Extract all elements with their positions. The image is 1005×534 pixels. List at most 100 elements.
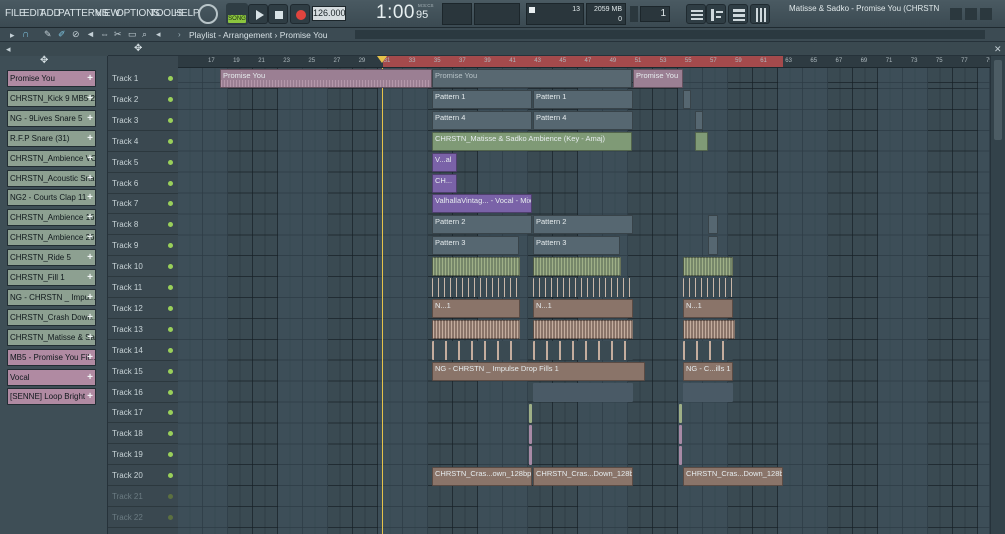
master-volume-knob[interactable]	[198, 4, 218, 24]
audio-clip[interactable]	[683, 257, 733, 276]
track-mute-led[interactable]	[168, 514, 173, 520]
expand-icon[interactable]: +	[87, 131, 93, 146]
breadcrumb-pattern[interactable]: Promise You	[280, 30, 328, 40]
track-header[interactable]: Track 16	[108, 382, 178, 403]
track-mute-led[interactable]	[168, 76, 173, 81]
pattern-clip[interactable]: Pattern 3	[533, 236, 620, 255]
track-mute-led[interactable]	[168, 410, 173, 416]
track-header[interactable]: Track 4	[108, 131, 178, 152]
expand-icon[interactable]: +	[87, 350, 93, 365]
expand-icon[interactable]: +	[87, 190, 93, 205]
channel-button[interactable]: Vocal +	[7, 368, 96, 386]
audio-clip[interactable]	[533, 320, 633, 339]
track-mute-led[interactable]	[168, 305, 173, 311]
expand-icon[interactable]: +	[87, 230, 93, 245]
delete-tool-icon[interactable]: ⊘	[72, 29, 80, 40]
audio-clip[interactable]: N...1	[432, 299, 520, 318]
pattern-clip[interactable]: Pattern 2	[432, 215, 532, 234]
audio-clip[interactable]: N...1	[533, 299, 633, 318]
audio-clip[interactable]	[533, 341, 633, 360]
loop-region[interactable]	[383, 56, 783, 67]
track-mute-led[interactable]	[168, 452, 173, 458]
channel-button[interactable]: CHRSTN_Kick 9 MB5 2 +	[7, 89, 96, 107]
audio-clip[interactable]	[432, 278, 520, 297]
track-mute-led[interactable]	[168, 138, 173, 144]
record-button[interactable]	[290, 4, 310, 24]
minimize-button[interactable]	[950, 8, 962, 20]
pattern-clip[interactable]: Pattern 1	[432, 90, 532, 109]
audio-clip[interactable]: N...1	[683, 299, 733, 318]
channel-button[interactable]: CHRSTN_Matisse & Sa... +	[7, 328, 96, 346]
slice-tool-icon[interactable]: ✂	[114, 29, 122, 40]
pattern-song-switch[interactable]: SONG	[226, 3, 248, 25]
pattern-prev-arrow[interactable]	[630, 6, 638, 22]
audio-clip[interactable]: NG - CHRSTN _ Impulse Drop Fills 1	[432, 362, 645, 381]
track-header[interactable]: Track 18	[108, 423, 178, 445]
audio-clip[interactable]: CHRSTN_Matisse & Sadko Ambience (Key - A…	[432, 132, 632, 151]
draw-tool-icon[interactable]: ✎	[44, 29, 52, 40]
pattern-clip[interactable]: Pattern 4	[432, 111, 532, 130]
collapse-icon[interactable]: ◂	[6, 44, 11, 55]
paint-tool-icon[interactable]: ✐	[58, 29, 66, 40]
piano-roll-button[interactable]	[706, 4, 726, 24]
track-mute-led[interactable]	[168, 431, 173, 437]
audio-clip[interactable]	[695, 132, 708, 151]
close-button[interactable]	[980, 8, 992, 20]
pattern-clip[interactable]	[683, 90, 691, 109]
move-icon[interactable]: ✥	[134, 43, 142, 54]
track-mute-led[interactable]	[168, 180, 173, 186]
track-header[interactable]: Track 22	[108, 507, 178, 528]
audio-clip[interactable]	[533, 278, 633, 297]
audio-clip[interactable]: CH...	[432, 174, 457, 193]
track-header[interactable]: Track 21	[108, 486, 178, 507]
channel-button[interactable]: CHRSTN_Acoustic Sna... +	[7, 169, 96, 187]
expand-icon[interactable]: +	[87, 210, 93, 225]
audio-clip[interactable]: Promise You	[220, 69, 432, 88]
arrow-right-icon[interactable]: ▸	[10, 30, 15, 41]
pattern-clip[interactable]: Pattern 4	[533, 111, 633, 130]
playhead-marker-icon[interactable]	[377, 56, 387, 64]
track-mute-led[interactable]	[168, 494, 173, 499]
track-header[interactable]: Track 9	[108, 235, 178, 257]
mixer-button[interactable]	[750, 4, 770, 24]
pattern-clip[interactable]: Pattern 2	[533, 215, 633, 234]
track-mute-led[interactable]	[168, 368, 173, 374]
expand-icon[interactable]: +	[87, 270, 93, 285]
pattern-clip[interactable]: Pattern 3	[432, 236, 519, 255]
expand-icon[interactable]: +	[87, 389, 93, 404]
tempo-display[interactable]: 126.000	[312, 6, 346, 21]
audio-clip[interactable]	[533, 257, 621, 276]
pattern-clip[interactable]	[708, 236, 718, 255]
track-header[interactable]: Track 5	[108, 152, 178, 173]
channel-button[interactable]: CHRSTN_Crash Down... +	[7, 308, 96, 326]
channel-button[interactable]: NG2 - Courts Clap 11 +	[7, 189, 96, 207]
breadcrumb-playlist[interactable]: Playlist	[189, 30, 216, 40]
track-header[interactable]: Track 1	[108, 68, 178, 89]
track-mute-led[interactable]	[168, 285, 173, 290]
audio-clip[interactable]	[533, 383, 633, 402]
audio-clip[interactable]	[679, 425, 682, 444]
track-mute-led[interactable]	[168, 222, 173, 228]
picker-move-icon[interactable]: ✥	[40, 55, 48, 66]
select-tool-icon[interactable]: ▭	[128, 29, 137, 40]
track-header[interactable]: Track 15	[108, 361, 178, 382]
track-header[interactable]: Track 3	[108, 110, 178, 131]
channel-button[interactable]: MB5 - Promise You Fill... +	[7, 348, 96, 366]
maximize-button[interactable]	[965, 8, 977, 20]
track-mute-led[interactable]	[168, 347, 173, 353]
channel-button[interactable]: CHRSTN_Ambience 16... +	[7, 209, 96, 227]
pattern-clip[interactable]: Pattern 1	[533, 90, 633, 109]
audio-clip[interactable]	[529, 446, 532, 465]
audio-clip[interactable]	[529, 425, 532, 444]
pattern-selector[interactable]	[442, 3, 472, 25]
pattern-clip[interactable]	[708, 215, 718, 234]
audio-clip[interactable]: CHRSTN_Cras...own_128bpm	[432, 467, 532, 486]
expand-icon[interactable]: +	[87, 111, 93, 126]
track-header[interactable]: Track 10	[108, 256, 178, 278]
pattern-clip[interactable]	[695, 111, 703, 130]
track-mute-led[interactable]	[168, 159, 173, 165]
track-header[interactable]: Track 2	[108, 89, 178, 110]
mute-tool-icon[interactable]: ◄	[86, 29, 95, 39]
audio-clip[interactable]	[432, 257, 520, 276]
timeline-ruler[interactable]: 17 19 21 23 25 27 29 31 33 35 37 39 41 43 45 47 49 51 53 55…	[178, 56, 990, 68]
